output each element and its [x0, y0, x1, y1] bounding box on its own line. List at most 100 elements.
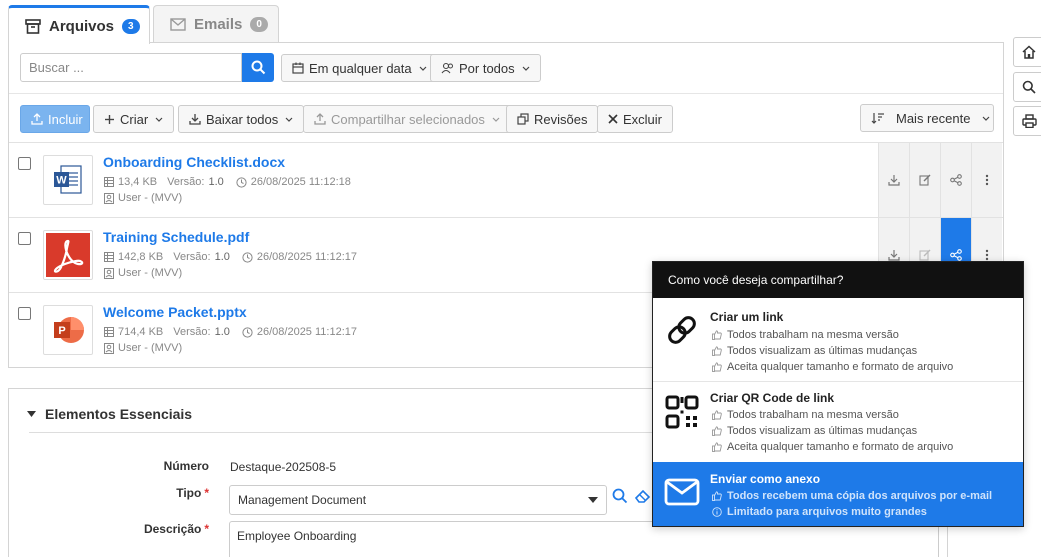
version-label: Versão: [173, 251, 211, 263]
clock-icon [236, 176, 247, 188]
edit-file-button[interactable] [909, 143, 940, 217]
file-checkbox[interactable] [18, 307, 31, 320]
edit-icon [919, 174, 931, 186]
include-label: Incluir [48, 111, 83, 127]
size-icon [104, 177, 114, 187]
owner-name: User - (MVV) [118, 267, 183, 279]
tab-arquivos[interactable]: Arquivos 3 [8, 5, 150, 44]
option-feature: Aceita qualquer tamanho e formato de arq… [712, 441, 953, 453]
essentials-title: Elementos Essenciais [45, 406, 193, 422]
file-name-link[interactable]: Training Schedule.pdf [103, 229, 249, 245]
share-selected-dropdown[interactable]: Compartilhar selecionados [303, 105, 511, 133]
option-title: Criar um link [710, 310, 784, 324]
file-owner: User - (MVV) [104, 342, 182, 354]
share-option-qr-code[interactable]: Criar QR Code de link Todos trabalham na… [653, 381, 1023, 463]
files-count-badge: 3 [122, 18, 140, 34]
option-feature: Limitado para arquivos muito grandes [712, 506, 927, 518]
revisions-button[interactable]: Revisões [506, 105, 599, 133]
home-icon [1022, 45, 1036, 59]
tab-emails-label: Emails [194, 16, 243, 33]
type-label: Tipo * [176, 486, 209, 500]
size-icon [104, 327, 114, 337]
file-date: 26/08/2025 11:12:17 [256, 251, 357, 263]
share-option-send-attachment[interactable]: Enviar como anexo Todos recebem uma cópi… [653, 462, 1023, 526]
svg-text:W: W [56, 175, 67, 187]
envelope-icon [170, 18, 186, 31]
file-owner: User - (MVV) [104, 267, 182, 279]
delete-label: Excluir [623, 111, 663, 127]
file-date: 26/08/2025 11:12:18 [250, 176, 351, 188]
sort-label: Mais recente [896, 110, 971, 126]
user-icon [104, 267, 114, 279]
file-size: 714,4 KB [118, 326, 164, 338]
tab-arquivos-label: Arquivos [49, 17, 115, 35]
file-row[interactable]: W Onboarding Checklist.docx 13,4 KB Vers… [9, 142, 1003, 217]
powerpoint-icon: P [54, 317, 84, 343]
share-icon [950, 174, 962, 186]
option-feature: Todos visualizam as últimas mudanças [712, 425, 917, 437]
type-search-button[interactable] [612, 488, 628, 507]
thumbs-up-icon [712, 346, 722, 356]
sort-dropdown[interactable]: Mais recente [860, 104, 994, 132]
option-title: Enviar como anexo [710, 472, 821, 486]
print-button[interactable] [1013, 106, 1041, 136]
thumbs-up-icon [712, 426, 722, 436]
revisions-label: Revisões [534, 111, 588, 127]
include-button[interactable]: Incluir [20, 105, 90, 133]
edit-icon [919, 249, 931, 261]
tab-emails[interactable]: Emails 0 [153, 5, 279, 43]
type-select-value: Management Document [238, 493, 367, 507]
printer-icon [1021, 114, 1037, 128]
download-file-button[interactable] [878, 143, 909, 217]
search-icon [1022, 80, 1036, 94]
download-icon [189, 113, 201, 125]
file-meta: 714,4 KB Versão: 1.0 26/08/2025 11:12:17 [104, 326, 357, 338]
toolbar-divider [9, 93, 1003, 94]
owner-name: User - (MVV) [118, 192, 183, 204]
create-dropdown[interactable]: Criar [93, 105, 175, 133]
create-label: Criar [120, 111, 149, 127]
search-icon [251, 60, 265, 75]
type-select[interactable]: Management Document [229, 485, 607, 515]
user-filter-dropdown[interactable]: Por todos [430, 54, 541, 82]
rail-search-button[interactable] [1013, 72, 1041, 102]
svg-text:P: P [58, 325, 65, 337]
essentials-header[interactable]: Elementos Essenciais [27, 406, 192, 422]
download-all-dropdown[interactable]: Baixar todos [178, 105, 305, 133]
thumbs-up-icon [712, 362, 722, 372]
file-name-link[interactable]: Welcome Packet.pptx [103, 304, 247, 320]
share-option-create-link[interactable]: Criar um link Todos trabalham na mesma v… [653, 299, 1023, 381]
revisions-icon [517, 113, 529, 125]
search-button[interactable] [242, 53, 274, 82]
option-feature: Todos trabalham na mesma versão [712, 329, 899, 341]
file-thumbnail[interactable]: P [43, 305, 93, 355]
info-icon [712, 507, 722, 517]
chevron-down-icon [155, 117, 163, 122]
kebab-icon [985, 174, 989, 186]
search-input[interactable] [20, 53, 242, 82]
thumbs-up-icon [712, 410, 722, 420]
file-thumbnail[interactable] [43, 230, 93, 280]
home-button[interactable] [1013, 37, 1041, 67]
file-name-link[interactable]: Onboarding Checklist.docx [103, 154, 285, 170]
qr-code-icon [664, 394, 700, 430]
file-thumbnail[interactable]: W [43, 155, 93, 205]
date-filter-label: Em qualquer data [309, 60, 412, 76]
file-date: 26/08/2025 11:12:17 [256, 326, 357, 338]
share-file-button[interactable] [940, 143, 971, 217]
archive-icon [25, 18, 41, 34]
file-actions [878, 143, 1002, 217]
type-clear-button[interactable] [634, 488, 652, 507]
delete-button[interactable]: Excluir [597, 105, 674, 133]
date-filter-dropdown[interactable]: Em qualquer data [281, 54, 438, 82]
description-label: Descrição * [143, 522, 209, 536]
file-checkbox[interactable] [18, 232, 31, 245]
more-options-button[interactable] [971, 143, 1002, 217]
chevron-down-icon [285, 117, 293, 122]
owner-name: User - (MVV) [118, 342, 183, 354]
kebab-icon [985, 249, 989, 261]
file-checkbox[interactable] [18, 157, 31, 170]
thumbs-up-icon [712, 330, 722, 340]
file-owner: User - (MVV) [104, 192, 182, 204]
user-icon [104, 342, 114, 354]
